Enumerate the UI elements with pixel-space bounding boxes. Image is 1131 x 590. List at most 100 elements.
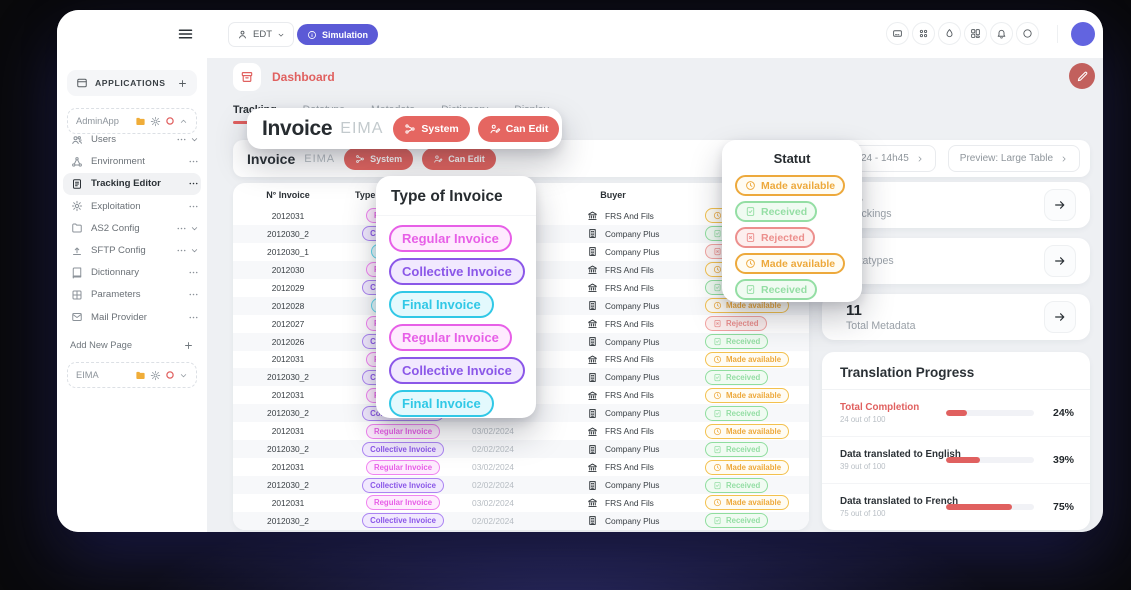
sidebar-item-label: Environment — [91, 156, 180, 167]
sidebar-item-as2-config[interactable]: AS2 Config — [57, 218, 207, 239]
type-option-badge[interactable]: Final Invoice — [389, 390, 494, 417]
dots-h-icon[interactable] — [176, 223, 187, 234]
bank-icon — [587, 210, 598, 221]
dots-h-icon[interactable] — [188, 312, 199, 323]
dots-h-icon[interactable] — [176, 245, 187, 256]
doc-check-icon — [713, 409, 722, 418]
user-avatar[interactable] — [1071, 22, 1095, 46]
topbar-icon-button[interactable] — [912, 22, 935, 45]
folder-icon[interactable] — [135, 370, 146, 381]
chevron-down-icon[interactable] — [190, 246, 199, 255]
stat-card-metadata[interactable]: 11 Total Metadata — [822, 294, 1090, 340]
add-new-page-button[interactable]: Add New Page — [57, 335, 207, 355]
buyer-name: FRS And Fils — [605, 426, 654, 436]
dots-h-icon[interactable] — [188, 267, 199, 278]
badge-system[interactable]: System — [344, 148, 413, 170]
type-option-badge[interactable]: Final Invoice — [389, 291, 494, 318]
status-option-badge[interactable]: Made available — [735, 175, 845, 196]
type-badge: Regular Invoice — [366, 495, 440, 510]
topbar: EDT Simulation — [57, 10, 1103, 58]
dots-h-icon[interactable] — [188, 289, 199, 300]
add-application-icon[interactable] — [177, 78, 188, 89]
chevron-down-icon[interactable] — [190, 135, 199, 144]
status-option-badge[interactable]: Rejected — [735, 227, 815, 248]
table-row[interactable]: 2012031Regular Invoice03/02/2024FRS And … — [233, 494, 809, 512]
chevron-down-icon[interactable] — [179, 371, 188, 380]
table-row[interactable]: 2012030_2Collective Invoice02/02/2024Com… — [233, 440, 809, 458]
preview-button[interactable]: Preview: Large Table — [948, 145, 1080, 172]
gear-icon[interactable] — [150, 116, 161, 127]
stat-card-trackings[interactable]: 98 Trackings — [822, 182, 1090, 228]
buyer-cell: FRS And Fils — [523, 210, 703, 221]
network-icon — [71, 156, 83, 168]
doc-icon — [71, 178, 83, 190]
doc-check-icon — [745, 284, 756, 295]
topbar-icon-button[interactable] — [938, 22, 961, 45]
stat-card-datatypes[interactable]: Datatypes — [822, 238, 1090, 284]
badge-can-edit[interactable]: Can Edit — [422, 148, 496, 170]
sidebar-item-mail-provider[interactable]: Mail Provider — [57, 307, 207, 328]
sidebar-item-parameters[interactable]: Parameters — [57, 284, 207, 305]
window-app-icon — [76, 77, 88, 89]
topbar-icon-button[interactable] — [964, 22, 987, 45]
buyer-name: Company Plus — [605, 229, 659, 239]
invoice-cell: 2012030_2 — [233, 372, 343, 382]
table-row[interactable]: 2012030_2Collective Invoice02/02/2024Com… — [233, 476, 809, 494]
status-option-badge[interactable]: Received — [735, 279, 817, 300]
sidebar-item-label: SFTP Config — [91, 245, 168, 256]
status-option-badge[interactable]: Received — [735, 201, 817, 222]
sidebar-item-environment[interactable]: Environment — [57, 151, 207, 172]
type-option-badge[interactable]: Regular Invoice — [389, 225, 512, 252]
record-circle-icon[interactable] — [165, 116, 175, 126]
badge-can-edit[interactable]: Can Edit — [478, 116, 560, 142]
hamburger-menu-icon[interactable] — [176, 25, 195, 43]
invoice-cell: 2012030_2 — [233, 229, 343, 239]
sidebar-item-dictionnary[interactable]: Dictionnary — [57, 262, 207, 283]
gear-icon[interactable] — [150, 370, 161, 381]
invoice-cell: 2012030 — [233, 265, 343, 275]
sidebar-item-sftp-config[interactable]: SFTP Config — [57, 240, 207, 261]
open-trackings-button[interactable] — [1044, 189, 1076, 221]
chevron-down-icon[interactable] — [190, 224, 199, 233]
sidebar-item-users[interactable]: Users — [57, 129, 207, 150]
type-option-badge[interactable]: Collective Invoice — [389, 357, 525, 384]
type-option-badge[interactable]: Regular Invoice — [389, 324, 512, 351]
doc-check-icon — [713, 229, 722, 238]
edt-dropdown[interactable]: EDT — [228, 22, 294, 47]
dots-h-icon[interactable] — [176, 134, 187, 145]
applications-header[interactable]: APPLICATIONS — [67, 70, 197, 96]
stat-text: 98 Trackings — [846, 190, 1044, 219]
status-option-badge[interactable]: Made available — [735, 253, 845, 274]
dots-h-icon[interactable] — [188, 156, 199, 167]
table-row[interactable]: 2012030_2Collective Invoice02/02/2024Com… — [233, 512, 809, 530]
dots-h-icon[interactable] — [188, 201, 199, 212]
statut-popup: Statut Made availableReceivedRejectedMad… — [722, 140, 862, 302]
badge-system[interactable]: System — [393, 116, 469, 142]
popup-title: Invoice — [262, 117, 332, 141]
record-circle-icon[interactable] — [165, 370, 175, 380]
topbar-icon-button[interactable] — [990, 22, 1013, 45]
status-badge: Received — [705, 406, 768, 421]
table-row[interactable]: 2012031Regular Invoice03/02/2024FRS And … — [233, 458, 809, 476]
topbar-icon-button[interactable] — [886, 22, 909, 45]
folder-icon[interactable] — [135, 116, 146, 127]
users-icon — [71, 134, 83, 146]
dots-h-icon[interactable] — [188, 178, 199, 189]
topbar-icon-button[interactable] — [1016, 22, 1039, 45]
app-group-eima[interactable]: EIMA — [67, 362, 197, 388]
edit-button[interactable] — [1069, 63, 1095, 89]
open-metadata-button[interactable] — [1044, 301, 1076, 333]
open-datatypes-button[interactable] — [1044, 245, 1076, 277]
sidebar-item-label: Users — [91, 134, 168, 145]
status-cell: Made available — [703, 460, 809, 475]
doc-x-icon — [713, 319, 722, 328]
buyer-cell: FRS And Fils — [523, 264, 703, 275]
bell-icon — [996, 28, 1007, 39]
date-cell: 03/02/2024 — [463, 426, 523, 436]
type-option-badge[interactable]: Collective Invoice — [389, 258, 525, 285]
simulation-badge[interactable]: Simulation — [297, 24, 378, 45]
sidebar-item-tracking-editor[interactable]: Tracking Editor — [63, 173, 201, 194]
chevron-up-icon[interactable] — [179, 117, 188, 126]
badge-label: System — [421, 123, 458, 135]
sidebar-item-exploitation[interactable]: Exploitation — [57, 196, 207, 217]
